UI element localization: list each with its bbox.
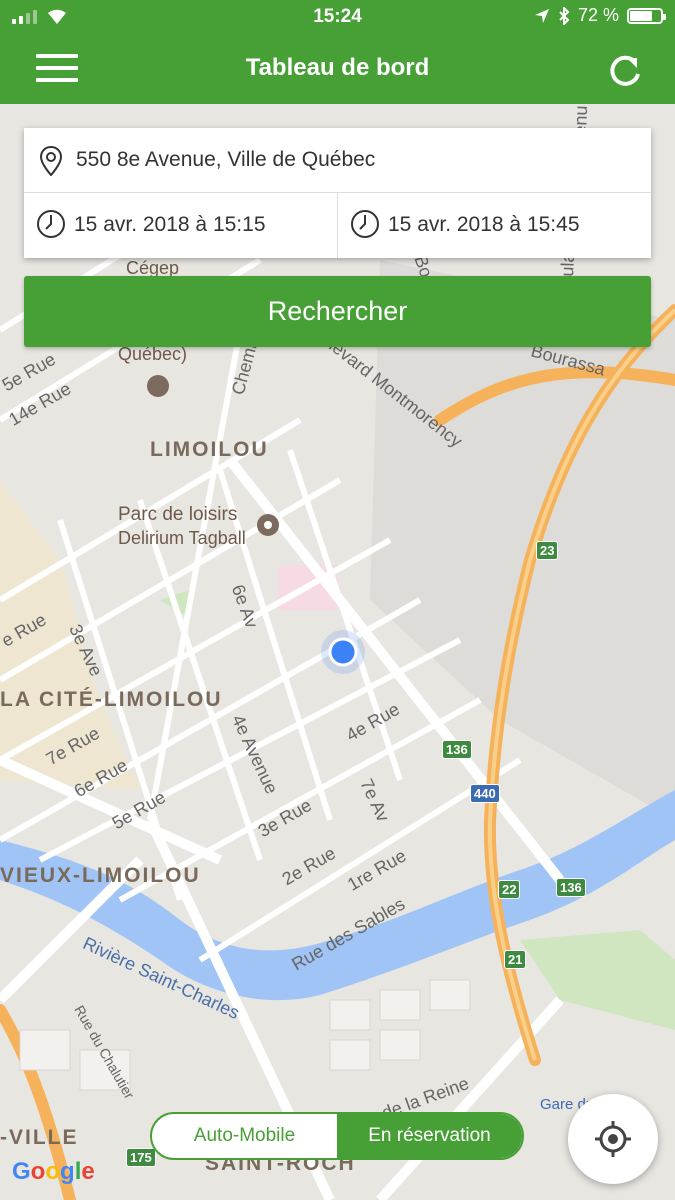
- battery-icon: [627, 7, 666, 24]
- location-pin-icon: [40, 146, 62, 176]
- highway-shield: 136: [442, 740, 472, 759]
- my-location-button[interactable]: [568, 1094, 658, 1184]
- status-bar: 15:24 72 %: [0, 0, 675, 36]
- highway-shield: 136: [556, 878, 586, 897]
- district-label: LA CITÉ-LIMOILOU: [0, 688, 223, 711]
- poi-label: Delirium Tagball: [118, 528, 246, 548]
- search-card: 550 8e Avenue, Ville de Québec 15 avr. 2…: [24, 128, 651, 258]
- current-location-dot: [328, 637, 358, 667]
- google-attribution: Google: [12, 1158, 95, 1185]
- district-label: LIMOILOU: [150, 438, 269, 461]
- highway-shield: 22: [498, 880, 521, 899]
- mode-option-auto-mobile[interactable]: Auto-Mobile: [152, 1114, 337, 1158]
- poi-label: Parc de loisirs: [118, 504, 238, 525]
- map-view[interactable]: Cégep Québec) LIMOILOU Parc de loisirs D…: [0, 104, 675, 1200]
- bluetooth-icon: [559, 6, 570, 25]
- refresh-icon[interactable]: [605, 50, 645, 90]
- app-bar: Tableau de bord: [0, 36, 675, 104]
- end-datetime-value: 15 avr. 2018 à 15:45: [388, 213, 580, 236]
- poi-label: Québec): [118, 344, 188, 364]
- address-value: 550 8e Avenue, Ville de Québec: [76, 148, 376, 171]
- district-label: -VILLE: [0, 1126, 79, 1149]
- mode-option-reservation[interactable]: En réservation: [337, 1114, 522, 1158]
- search-button[interactable]: Rechercher: [24, 276, 651, 347]
- district-label: VIEUX-LIMOILOU: [0, 864, 201, 887]
- highway-shield: 23: [536, 541, 559, 560]
- highway-shield: 21: [504, 950, 527, 969]
- end-datetime-field[interactable]: 15 avr. 2018 à 15:45: [338, 193, 651, 258]
- address-field[interactable]: 550 8e Avenue, Ville de Québec: [24, 128, 651, 193]
- page-title: Tableau de bord: [245, 54, 430, 81]
- highway-shield: 440: [470, 784, 500, 803]
- clock-icon: [351, 210, 379, 238]
- mode-toggle: Auto-Mobile En réservation: [150, 1112, 524, 1160]
- clock-icon: [37, 210, 65, 238]
- location-arrow-icon: [534, 8, 549, 23]
- start-datetime-value: 15 avr. 2018 à 15:15: [74, 213, 266, 236]
- battery-percent: 72 %: [577, 5, 619, 25]
- crosshair-icon: [595, 1121, 631, 1157]
- highway-shield: 175: [126, 1148, 156, 1167]
- start-datetime-field[interactable]: 15 avr. 2018 à 15:15: [24, 193, 338, 258]
